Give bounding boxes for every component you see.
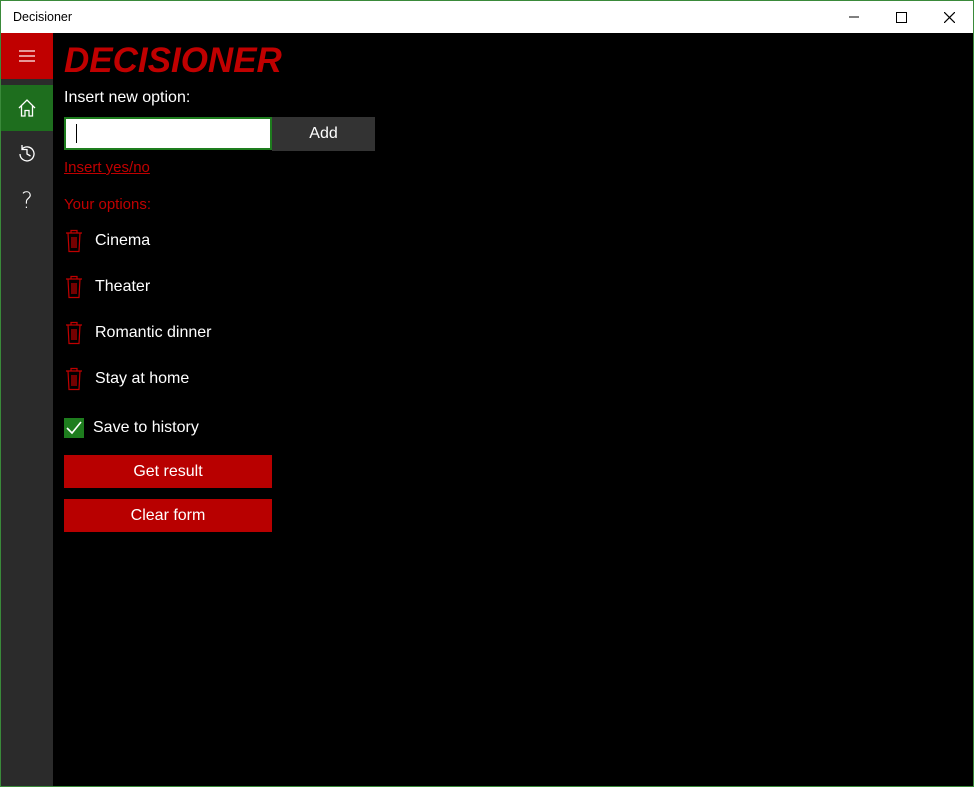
option-input[interactable]: [64, 117, 272, 150]
window-title: Decisioner: [13, 10, 73, 24]
add-button[interactable]: Add: [272, 117, 375, 151]
your-options-label: Your options:: [64, 196, 152, 213]
text-caret: [76, 124, 77, 143]
trash-icon[interactable]: [64, 275, 84, 299]
help-icon: ?: [21, 189, 33, 212]
minimize-icon: [849, 16, 859, 18]
trash-icon[interactable]: [64, 367, 84, 391]
option-label: Theater: [95, 278, 151, 295]
title-bar: Decisioner: [1, 1, 973, 33]
sidebar-item-history[interactable]: [1, 131, 53, 177]
sidebar-item-help[interactable]: ?: [1, 177, 53, 223]
hamburger-menu-button[interactable]: [1, 33, 53, 79]
app-title: DECISIONER: [64, 41, 282, 80]
hamburger-icon: [19, 50, 35, 62]
checkmark-icon: [66, 421, 82, 435]
insert-option-label: Insert new option:: [64, 89, 191, 106]
save-to-history-label[interactable]: Save to history: [93, 419, 199, 437]
maximize-button[interactable]: [878, 1, 924, 33]
maximize-icon: [895, 11, 907, 23]
main-content: DECISIONER Insert new option: Add Insert…: [53, 33, 973, 786]
svg-text:?: ?: [21, 189, 33, 212]
get-result-button[interactable]: Get result: [64, 455, 272, 488]
sidebar: ?: [1, 33, 53, 786]
close-icon: [943, 11, 955, 23]
option-label: Stay at home: [95, 370, 190, 387]
close-button[interactable]: [926, 1, 972, 33]
option-label: Romantic dinner: [95, 324, 212, 341]
home-icon: [18, 99, 36, 117]
trash-icon[interactable]: [64, 229, 84, 253]
trash-icon[interactable]: [64, 321, 84, 345]
app-window: Decisioner ? DECISIONER Insert new optio…: [0, 0, 974, 787]
minimize-button[interactable]: [831, 1, 877, 33]
option-label: Cinema: [95, 232, 151, 249]
clear-form-button[interactable]: Clear form: [64, 499, 272, 532]
insert-yes-no-link[interactable]: Insert yes/no: [64, 159, 150, 176]
sidebar-item-home[interactable]: [1, 85, 53, 131]
history-icon: [19, 145, 35, 162]
save-to-history-checkbox[interactable]: [64, 418, 84, 438]
